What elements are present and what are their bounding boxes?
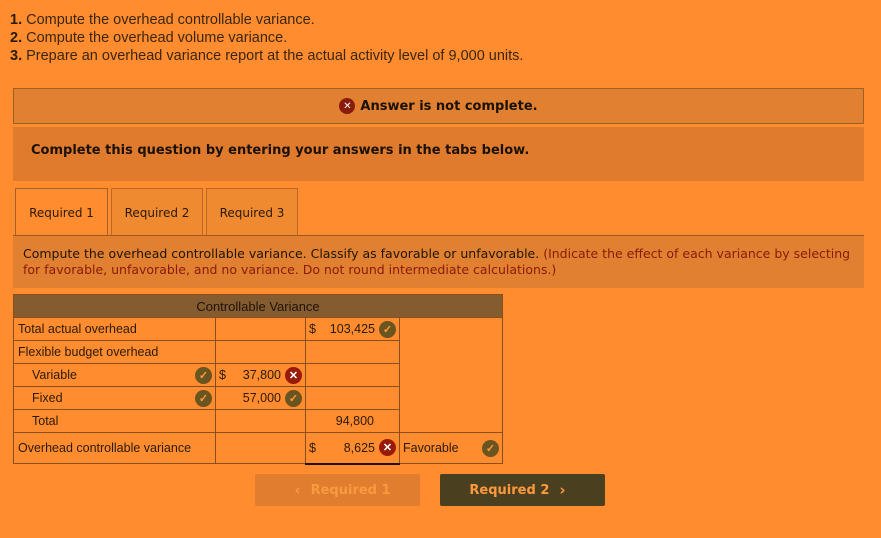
fixed-value: 57,000	[242, 391, 281, 405]
total-value: 94,800	[335, 414, 374, 428]
table-row-controllable-variance: Overhead controllable variance $8,625 ✕ F…	[13, 432, 503, 465]
total-actual-value: 103,425	[329, 322, 375, 336]
empty-cell	[305, 386, 400, 410]
row-label: Fixed	[32, 391, 63, 405]
empty-cell	[399, 317, 503, 433]
row-label: Overhead controllable variance	[13, 432, 216, 464]
tab-required-3[interactable]: Required 3	[206, 188, 298, 236]
row-label: Variable	[32, 368, 77, 382]
next-required-button[interactable]: Required 2 ›	[440, 474, 605, 506]
task-text: Compute the overhead controllable varian…	[23, 246, 544, 261]
total-actual-input[interactable]: $103,425 ✓	[305, 317, 400, 341]
dollar-sign: $	[309, 440, 316, 455]
complete-prompt: Complete this question by entering your …	[13, 127, 864, 181]
instructions: 1. Compute the overhead controllable var…	[10, 11, 523, 65]
fixed-input[interactable]: 57,000 ✓	[215, 386, 306, 410]
answer-status-text: Answer is not complete.	[360, 98, 538, 114]
fixed-label-select[interactable]: Fixed ✓	[13, 386, 216, 410]
tab-required-1[interactable]: Required 1	[15, 188, 108, 237]
empty-cell	[215, 432, 306, 464]
variable-input[interactable]: $37,800 ✕	[215, 363, 306, 387]
check-icon: ✓	[378, 320, 396, 338]
chevron-right-icon: ›	[559, 481, 566, 499]
variable-label-select[interactable]: Variable ✓	[13, 363, 216, 387]
empty-cell	[305, 340, 400, 364]
empty-cell	[215, 340, 306, 364]
controllable-variance-value: 8,625	[343, 440, 375, 455]
check-icon: ✓	[195, 389, 212, 407]
row-label: Flexible budget overhead	[13, 340, 216, 364]
empty-cell	[215, 409, 306, 433]
classification-value: Favorable	[403, 441, 459, 455]
instruction-2: 2. Compute the overhead volume variance.	[10, 30, 288, 46]
total-value-cell: 94,800	[305, 409, 400, 433]
next-button-label: Required 2	[469, 482, 550, 498]
classification-select[interactable]: Favorable ✓	[399, 432, 503, 464]
controllable-variance-table: Controllable Variance Total actual overh…	[13, 294, 503, 465]
controllable-variance-input[interactable]: $8,625 ✕	[305, 432, 400, 465]
x-icon: ✕	[285, 366, 302, 384]
chevron-left-icon: ‹	[294, 481, 301, 499]
x-icon: ✕	[378, 439, 396, 457]
row-label: Total	[13, 409, 216, 433]
table-row-total-actual: Total actual overhead $103,425 ✓	[13, 317, 503, 433]
empty-cell	[305, 363, 400, 387]
answer-status-banner: ✕ Answer is not complete.	[13, 88, 864, 124]
check-icon: ✓	[195, 366, 212, 384]
check-icon: ✓	[285, 389, 302, 407]
instruction-3: 3. Prepare an overhead variance report a…	[10, 48, 524, 64]
empty-cell	[215, 317, 306, 341]
dollar-sign: $	[219, 368, 226, 382]
row-label: Total actual overhead	[13, 317, 216, 341]
prev-required-button[interactable]: ‹ Required 1	[255, 474, 420, 506]
variable-value: 37,800	[242, 368, 281, 382]
instruction-1: 1. Compute the overhead controllable var…	[10, 12, 315, 28]
dollar-sign: $	[309, 322, 316, 336]
task-instructions: Compute the overhead controllable varian…	[13, 235, 864, 288]
tab-bar: Required 1 Required 2 Required 3	[15, 188, 301, 237]
check-icon: ✓	[482, 439, 499, 457]
table-title: Controllable Variance	[13, 294, 503, 318]
x-circle-icon: ✕	[339, 98, 356, 114]
prev-button-label: Required 1	[310, 482, 391, 498]
tab-required-2[interactable]: Required 2	[111, 188, 203, 236]
